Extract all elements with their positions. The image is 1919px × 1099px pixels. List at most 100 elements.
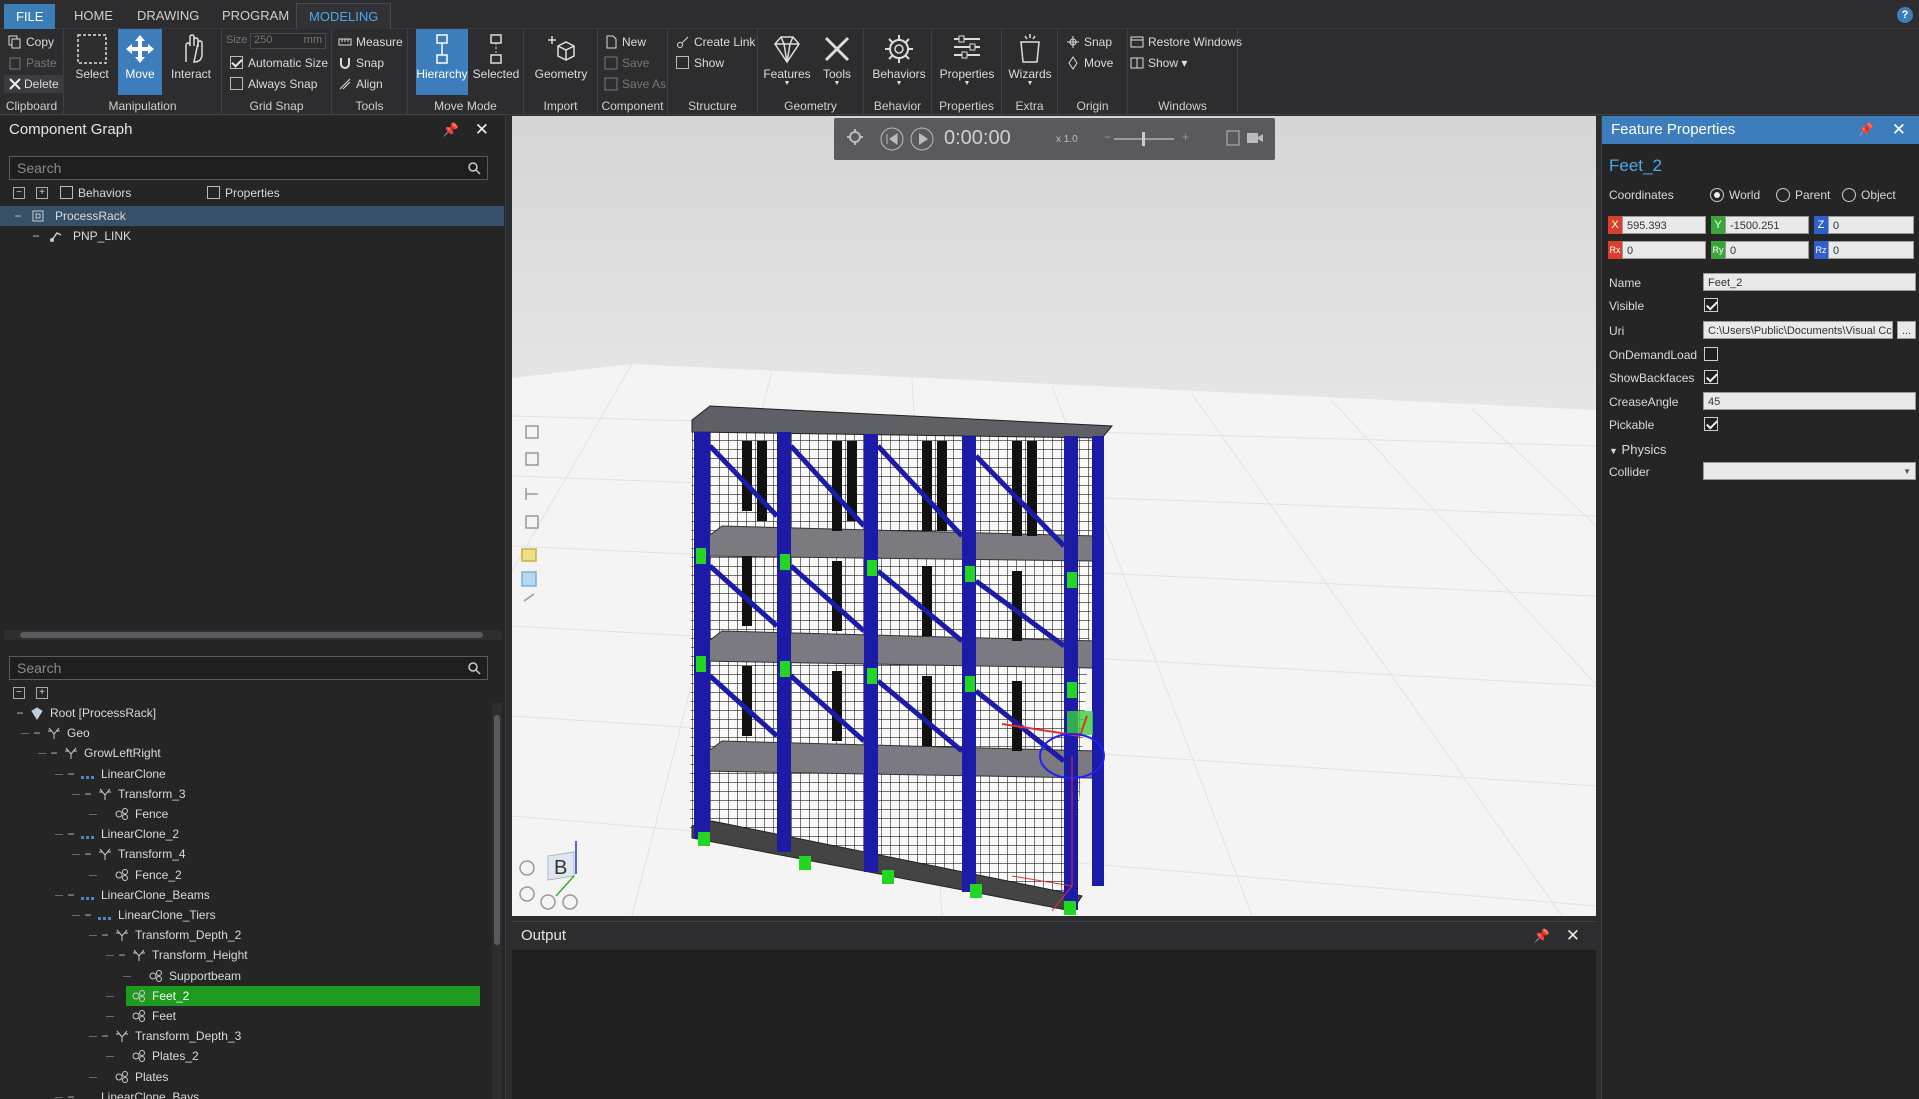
structure-show-checkbox[interactable]: Show [676, 54, 724, 72]
features-button[interactable]: Features ▼ [762, 29, 812, 95]
pickable-checkbox[interactable] [1704, 417, 1718, 431]
uri-browse-button[interactable]: ... [1897, 321, 1916, 339]
export-icon[interactable] [1226, 130, 1240, 146]
settings-gear-icon[interactable] [846, 128, 864, 146]
radio-parent[interactable]: Parent [1776, 187, 1830, 203]
windows-show-button[interactable]: Show ▾ [1130, 54, 1187, 72]
3d-viewport[interactable]: B 0:00:00 x 1.0 − + [512, 116, 1596, 916]
expand-all-icon[interactable]: + [36, 687, 48, 699]
tab-file[interactable]: FILE [4, 4, 56, 29]
collapse-toggle[interactable]: − [30, 226, 42, 246]
scene-canvas[interactable]: B [512, 116, 1596, 916]
tree-node-transform-height[interactable]: − Transform_Height [0, 945, 490, 965]
collapse-toggle[interactable]: − [82, 905, 94, 925]
hierarchy-button[interactable]: Hierarchy [416, 29, 468, 95]
tab-home[interactable]: HOME [62, 3, 125, 29]
search-icon[interactable] [468, 662, 481, 675]
collapse-all-icon[interactable]: − [13, 687, 25, 699]
vertical-scrollbar[interactable] [492, 703, 502, 1099]
save-component-button[interactable]: Save [604, 54, 649, 72]
origin-move-button[interactable]: Move [1066, 54, 1113, 72]
tab-modeling[interactable]: MODELING [296, 3, 392, 29]
help-icon[interactable]: ? [1897, 7, 1913, 23]
pin-icon[interactable]: 📌 [1534, 922, 1550, 950]
delete-button[interactable]: Delete [4, 75, 64, 93]
close-icon[interactable]: ✕ [1566, 922, 1580, 950]
collapse-all-icon[interactable]: − [13, 187, 25, 199]
plus-icon[interactable]: + [1182, 130, 1189, 144]
paste-button[interactable]: Paste [8, 54, 57, 72]
collapse-toggle[interactable]: − [82, 784, 94, 804]
collapse-toggle[interactable]: − [99, 1026, 111, 1046]
tree-node-supportbeam[interactable]: Supportbeam [0, 966, 490, 986]
behaviors-filter-checkbox[interactable]: Behaviors [60, 186, 131, 200]
copy-button[interactable]: Copy [8, 33, 54, 51]
collapse-toggle[interactable]: − [48, 743, 60, 763]
play-icon[interactable] [910, 127, 934, 151]
collapse-toggle[interactable]: − [14, 703, 26, 723]
tree-node-feet[interactable]: Feet [0, 1006, 490, 1026]
visible-checkbox[interactable] [1704, 298, 1718, 312]
tree-node-linearclone-2[interactable]: − LinearClone_2 [0, 824, 490, 844]
tree-node-root-processrack[interactable]: − Root [ProcessRack] [0, 703, 490, 723]
tree-node-growleftright[interactable]: − GrowLeftRight [0, 743, 490, 763]
measure-button[interactable]: Measure [338, 33, 403, 51]
geometry-tools-button[interactable]: Tools ▼ [814, 29, 860, 95]
close-icon[interactable]: ✕ [1892, 116, 1906, 144]
radio-world[interactable]: World [1710, 187, 1760, 203]
move-button[interactable]: Move [118, 29, 162, 95]
wizards-button[interactable]: Wizards ▼ [1006, 29, 1054, 95]
name-input[interactable]: Feet_2 [1703, 273, 1916, 291]
properties-filter-checkbox[interactable]: Properties [207, 186, 280, 200]
properties-button[interactable]: Properties ▼ [936, 29, 998, 95]
reset-icon[interactable] [880, 127, 904, 151]
horizontal-scrollbar[interactable] [4, 630, 502, 640]
new-component-button[interactable]: New [604, 33, 646, 51]
feature-search-input[interactable]: Search [9, 656, 488, 680]
interact-button[interactable]: Interact [166, 29, 216, 95]
tree-node-geo[interactable]: − Geo [0, 723, 490, 743]
tree-node-linearclone-bays[interactable]: − LinearClone_Bays [0, 1087, 490, 1099]
tree-node-processrack[interactable]: − ProcessRack [0, 206, 504, 226]
tree-node-plates-2[interactable]: Plates_2 [0, 1046, 490, 1066]
snap-button[interactable]: Snap [338, 54, 384, 72]
collider-dropdown[interactable]: ▼ [1703, 462, 1916, 480]
collapse-toggle[interactable]: − [65, 1087, 77, 1099]
close-icon[interactable]: ✕ [475, 116, 489, 144]
tree-node-linearclone-beams[interactable]: − LinearClone_Beams [0, 885, 490, 905]
creaseangle-input[interactable]: 45 [1703, 392, 1916, 410]
collapse-toggle[interactable]: − [31, 723, 43, 743]
search-icon[interactable] [468, 162, 481, 175]
selected-button[interactable]: Selected [472, 29, 520, 95]
component-search-input[interactable]: Search [9, 156, 488, 180]
tree-node-transform-depth-2[interactable]: − Transform_Depth_2 [0, 925, 490, 945]
speed-slider-thumb[interactable] [1142, 132, 1145, 146]
grid-size-input[interactable]: 250 mm [250, 33, 326, 49]
collapse-toggle[interactable]: − [116, 945, 128, 965]
expand-all-icon[interactable]: + [36, 187, 48, 199]
camera-icon[interactable] [1246, 131, 1264, 145]
z-input[interactable]: 0 [1828, 216, 1914, 234]
save-as-component-button[interactable]: Save As [604, 75, 666, 93]
tree-node-feet-2[interactable]: Feet_2 [126, 985, 480, 1006]
behaviors-button[interactable]: Behaviors ▼ [870, 29, 928, 95]
showbackfaces-checkbox[interactable] [1704, 370, 1718, 384]
collapse-toggle[interactable]: − [99, 925, 111, 945]
speed-slider[interactable] [1114, 132, 1174, 146]
origin-snap-button[interactable]: Snap [1066, 33, 1112, 51]
import-geometry-button[interactable]: Geometry [530, 29, 592, 95]
physics-section[interactable]: ▼ Physics [1609, 442, 1666, 457]
align-button[interactable]: Align [338, 75, 383, 93]
process-rack-model[interactable] [690, 405, 1114, 915]
ondemandload-checkbox[interactable] [1704, 347, 1718, 361]
scrollbar-thumb[interactable] [20, 632, 483, 638]
tree-node-plates[interactable]: Plates [0, 1067, 490, 1087]
pin-icon[interactable]: 📌 [1858, 116, 1874, 144]
create-link-button[interactable]: Create Link [676, 33, 755, 51]
x-input[interactable]: 595.393 [1622, 216, 1706, 234]
tree-node-linearclone[interactable]: − LinearClone [0, 764, 490, 784]
minus-icon[interactable]: − [1104, 130, 1111, 144]
uri-input[interactable]: C:\Users\Public\Documents\Visual Cc [1703, 321, 1893, 339]
collapse-toggle[interactable]: − [65, 824, 77, 844]
rx-input[interactable]: 0 [1622, 241, 1706, 259]
